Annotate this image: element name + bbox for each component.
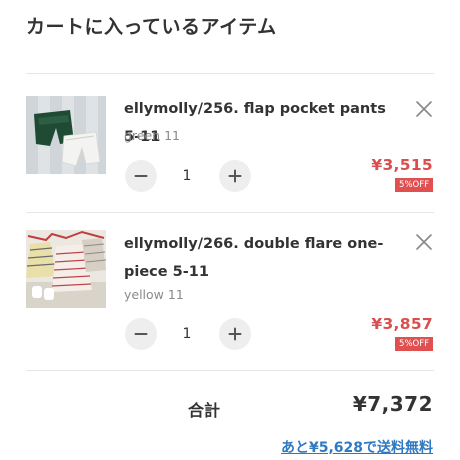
discount-badge: 5%OFF — [395, 337, 433, 351]
free-shipping-link[interactable]: あと¥5,628で送料無料 — [281, 437, 433, 457]
decrease-quantity-button[interactable] — [125, 160, 157, 192]
close-icon — [416, 101, 432, 117]
total-value: ¥7,372 — [352, 392, 433, 416]
increase-quantity-button[interactable] — [219, 318, 251, 350]
divider — [26, 73, 434, 74]
item-price: ¥3,515 — [371, 156, 433, 174]
minus-icon — [134, 175, 148, 177]
increase-quantity-button[interactable] — [219, 160, 251, 192]
product-photo-pants — [26, 96, 106, 174]
minus-icon — [134, 333, 148, 335]
remove-item-button[interactable] — [414, 99, 434, 119]
product-photo-dresses — [26, 230, 106, 308]
divider — [26, 370, 434, 371]
product-variant: green 11 — [124, 128, 180, 143]
remove-item-button[interactable] — [414, 232, 434, 252]
item-price: ¥3,857 — [371, 315, 433, 333]
product-name[interactable]: ellymolly/266. double flare one-piece 5-… — [124, 230, 392, 286]
product-variant: yellow 11 — [124, 287, 184, 302]
divider — [26, 212, 434, 213]
discount-badge: 5%OFF — [395, 178, 433, 192]
quantity-value: 1 — [182, 326, 192, 342]
total-label: 合計 — [188, 401, 221, 420]
product-image[interactable] — [26, 96, 106, 174]
product-image[interactable] — [26, 230, 106, 308]
page-title: カートに入っているアイテム — [26, 16, 277, 38]
close-icon — [416, 234, 432, 250]
quantity-value: 1 — [182, 168, 192, 184]
plus-icon — [228, 327, 242, 341]
decrease-quantity-button[interactable] — [125, 318, 157, 350]
plus-icon — [228, 169, 242, 183]
